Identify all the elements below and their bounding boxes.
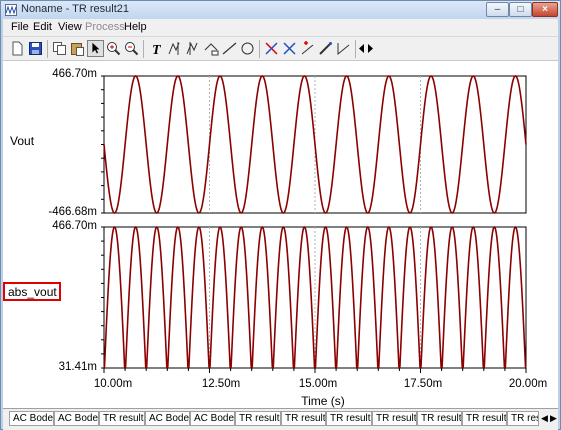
add-cursor-icon[interactable] xyxy=(299,40,316,57)
text-tool-icon[interactable]: T xyxy=(149,40,166,57)
cursor-b-icon[interactable] xyxy=(185,40,202,57)
tab-ac-bode15[interactable]: AC Bode15 xyxy=(54,411,99,426)
step-left-icon[interactable] xyxy=(357,40,366,57)
close-icon: × xyxy=(542,4,548,15)
tab-ac-bode14[interactable]: AC Bode14 xyxy=(9,411,54,426)
save-icon[interactable] xyxy=(27,40,44,57)
tab-ac-bode17[interactable]: AC Bode17 xyxy=(190,411,235,426)
title-bar[interactable]: Noname - TR result21 – □ × xyxy=(1,1,560,19)
tab-scroll-right-icon[interactable]: ▶ xyxy=(549,412,558,425)
result-tabs: AC Bode14 AC Bode15 TR result12 AC Bode1… xyxy=(3,408,558,430)
line-icon[interactable] xyxy=(221,40,238,57)
menu-edit[interactable]: Edit xyxy=(33,21,52,33)
top-ymin-tick: -466.68m xyxy=(48,206,97,218)
menu-help[interactable]: Help xyxy=(124,21,147,33)
x-tick-15: 15.00m xyxy=(298,378,338,390)
zoom-out-icon[interactable] xyxy=(123,40,140,57)
slope-icon[interactable] xyxy=(335,40,352,57)
abs-vout-axis-label: abs_vout xyxy=(8,285,57,299)
new-icon[interactable] xyxy=(9,40,26,57)
toolbar: T xyxy=(3,36,558,61)
tab-tr-result14[interactable]: TR result14 xyxy=(281,411,326,426)
copy-icon[interactable] xyxy=(51,40,68,57)
tab-ac-bode16[interactable]: AC Bode16 xyxy=(145,411,190,426)
x-axis-label: Time (s) xyxy=(301,394,345,408)
minimize-icon: – xyxy=(494,4,501,15)
menu-process[interactable]: Process xyxy=(85,21,125,33)
toolbar-separator xyxy=(355,40,356,58)
toolbar-separator xyxy=(259,40,260,58)
pointer-icon[interactable] xyxy=(87,40,104,57)
minimize-button[interactable]: – xyxy=(486,2,509,17)
bottom-ymax-tick: 466.70m xyxy=(52,220,97,232)
step-right-icon[interactable] xyxy=(366,40,375,57)
tab-tr-result12[interactable]: TR result12 xyxy=(99,411,145,426)
tab-tr-result17[interactable]: TR result17 xyxy=(417,411,462,426)
cursor-a-icon[interactable] xyxy=(167,40,184,57)
tab-tr-result13[interactable]: TR result13 xyxy=(235,411,281,426)
top-ymax-tick: 466.70m xyxy=(52,68,97,80)
toolbar-separator xyxy=(143,40,144,58)
x-tick-17-5: 17.50m xyxy=(403,378,443,390)
paste-icon[interactable] xyxy=(69,40,86,57)
application-window: Noname - TR result21 – □ × File Edit Vie… xyxy=(0,0,561,430)
marker-icon[interactable] xyxy=(281,40,298,57)
menu-file[interactable]: File xyxy=(11,21,29,33)
plot-area[interactable]: 466.70m -466.68m Vout 466.70m 31.41m abs… xyxy=(3,60,558,409)
tab-tr-result19[interactable]: TR result19 xyxy=(507,411,539,426)
menu-bar: File Edit View Process Help xyxy=(3,19,558,36)
tab-scroll-left-icon[interactable]: ◀ xyxy=(540,412,549,425)
zoom-in-icon[interactable] xyxy=(105,40,122,57)
x-tick-20: 20.00m xyxy=(508,378,548,390)
pencil-icon[interactable] xyxy=(317,40,334,57)
close-button[interactable]: × xyxy=(532,2,558,17)
bottom-ymin-tick: 31.41m xyxy=(58,361,97,373)
window-title: Noname - TR result21 xyxy=(21,3,130,15)
tab-tr-result18[interactable]: TR result18 xyxy=(462,411,507,426)
x-tick-12-5: 12.50m xyxy=(201,378,241,390)
ellipse-icon[interactable] xyxy=(239,40,256,57)
svg-text:T: T xyxy=(152,43,162,57)
abs-vout-highlight-box[interactable]: abs_vout xyxy=(3,282,61,301)
toolbar-separator xyxy=(47,40,48,58)
tab-tr-result16[interactable]: TR result16 xyxy=(372,411,417,426)
delete-cursor-icon[interactable] xyxy=(263,40,280,57)
measure-icon[interactable] xyxy=(203,40,220,57)
x-tick-10: 10.00m xyxy=(93,378,133,390)
maximize-button[interactable]: □ xyxy=(509,2,532,17)
app-icon xyxy=(5,4,17,16)
waveform-plot[interactable] xyxy=(3,61,558,409)
maximize-icon: □ xyxy=(517,4,524,15)
vout-axis-label: Vout xyxy=(10,134,35,148)
tab-tr-result15[interactable]: TR result15 xyxy=(326,411,372,426)
menu-view[interactable]: View xyxy=(58,21,82,33)
